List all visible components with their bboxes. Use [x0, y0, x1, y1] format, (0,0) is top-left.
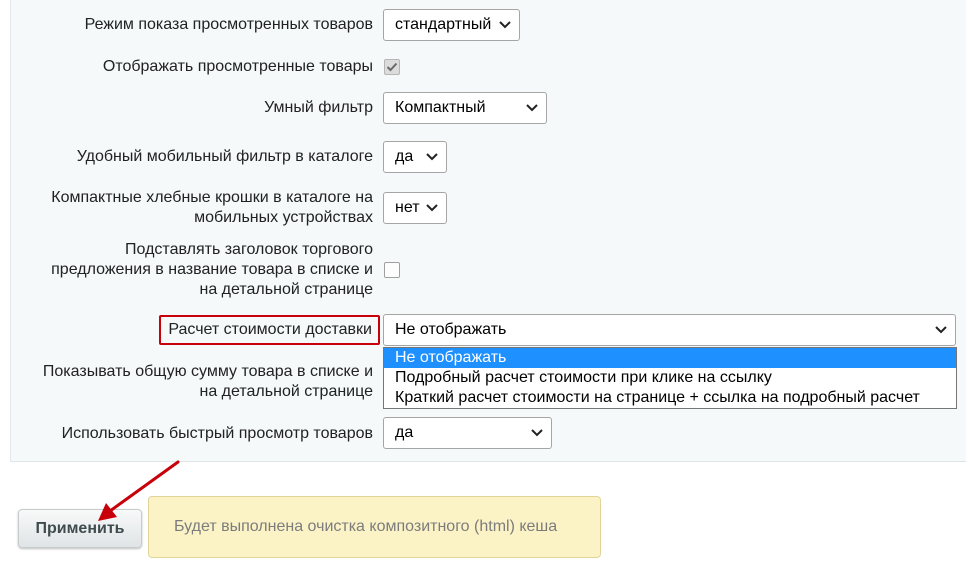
- total-sum-label: Показывать общую сумму товара в списке и…: [42, 363, 373, 400]
- chevron-down-icon: [526, 104, 538, 112]
- highlight-frame: [159, 315, 380, 345]
- smart-filter-label: Умный фильтр: [264, 99, 373, 116]
- compact-breadcrumbs-label: Компактные хлебные крошки в каталоге на …: [51, 189, 373, 226]
- mobile-filter-select[interactable]: да: [383, 141, 447, 173]
- delivery-cost-dropdown[interactable]: Не отображать Подробный расчет стоимости…: [383, 347, 957, 409]
- compact-breadcrumbs-value: нет: [395, 199, 420, 216]
- dropdown-option[interactable]: Краткий расчет стоимости на странице + с…: [384, 388, 956, 408]
- chevron-down-icon: [426, 153, 438, 161]
- checkmark-icon: [386, 62, 398, 72]
- quick-view-select[interactable]: да: [383, 417, 552, 449]
- mobile-filter-label: Удобный мобильный фильтр в каталоге: [76, 148, 373, 165]
- smart-filter-value: Компактный: [395, 99, 486, 116]
- quick-view-value: да: [395, 424, 414, 441]
- viewed-mode-value: стандартный: [395, 16, 492, 33]
- show-viewed-checkbox[interactable]: [384, 59, 400, 75]
- cache-notice: Будет выполнена очистка композитного (ht…: [148, 496, 601, 558]
- mobile-filter-value: да: [395, 148, 414, 165]
- quick-view-label: Использовать быстрый просмотр товаров: [61, 425, 373, 442]
- show-viewed-label: Отображать просмотренные товары: [102, 58, 373, 75]
- offer-title-label: Подставлять заголовок торгового предложе…: [51, 241, 373, 298]
- smart-filter-select[interactable]: Компактный: [383, 92, 547, 124]
- compact-breadcrumbs-select[interactable]: нет: [383, 192, 447, 224]
- chevron-down-icon: [426, 204, 438, 212]
- dropdown-option[interactable]: Не отображать: [384, 348, 956, 368]
- offer-title-checkbox[interactable]: [384, 262, 400, 278]
- delivery-cost-select[interactable]: Не отображать: [383, 314, 956, 346]
- chevron-down-icon: [531, 429, 543, 437]
- delivery-cost-value: Не отображать: [395, 321, 507, 338]
- viewed-mode-label: Режим показа просмотренных товаров: [84, 16, 373, 33]
- dropdown-option[interactable]: Подробный расчет стоимости при клике на …: [384, 368, 956, 388]
- viewed-mode-select[interactable]: стандартный: [383, 9, 520, 41]
- apply-button[interactable]: Применить: [18, 509, 142, 548]
- chevron-down-icon: [935, 326, 947, 334]
- chevron-down-icon: [499, 21, 511, 29]
